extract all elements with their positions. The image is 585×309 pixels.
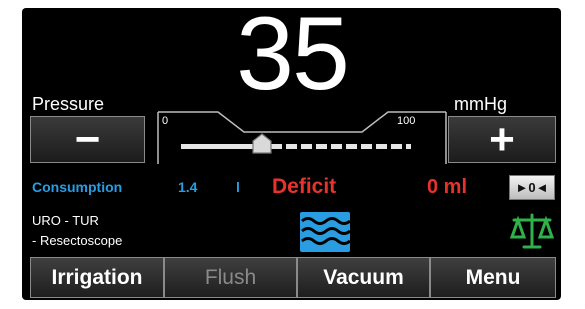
- menu-button[interactable]: Menu: [430, 257, 556, 298]
- pressure-unit: mmHg: [454, 94, 507, 114]
- vacuum-button[interactable]: Vacuum: [297, 257, 430, 298]
- plus-icon: +: [489, 114, 515, 164]
- slider-track: [181, 144, 411, 149]
- pressure-label: Pressure: [32, 94, 105, 114]
- slider-thumb[interactable]: [251, 133, 273, 155]
- device-screen: 35 Pressure mmHg − 0 100 + Consumption 1…: [22, 8, 561, 300]
- slider-max-label: 100: [397, 115, 416, 127]
- pressure-slider[interactable]: 0 100: [148, 108, 448, 166]
- consumption-value: 1.4: [178, 179, 198, 195]
- flush-button[interactable]: Flush: [164, 257, 297, 298]
- deficit-label: Deficit: [272, 175, 337, 198]
- mode-line-2: - Resectoscope: [32, 233, 123, 248]
- bottom-menu-bar: Irrigation Flush Vacuum Menu: [30, 257, 556, 298]
- slider-min-label: 0: [162, 115, 169, 127]
- water-waves-icon: [300, 212, 350, 252]
- minus-icon: −: [74, 114, 101, 164]
- deficit-value: 0 ml: [427, 175, 468, 198]
- mode-line-1: URO - TUR: [32, 213, 99, 228]
- consumption-label: Consumption: [32, 179, 123, 195]
- slider-track-fill: [181, 144, 262, 149]
- increase-pressure-button[interactable]: +: [448, 116, 556, 163]
- reset-deficit-button[interactable]: ►0◄: [509, 175, 555, 200]
- balance-scale-icon: [510, 213, 554, 249]
- decrease-pressure-button[interactable]: −: [30, 116, 145, 163]
- pressure-value: 35: [236, 8, 350, 112]
- irrigation-button[interactable]: Irrigation: [30, 257, 164, 298]
- consumption-unit: l: [236, 179, 240, 195]
